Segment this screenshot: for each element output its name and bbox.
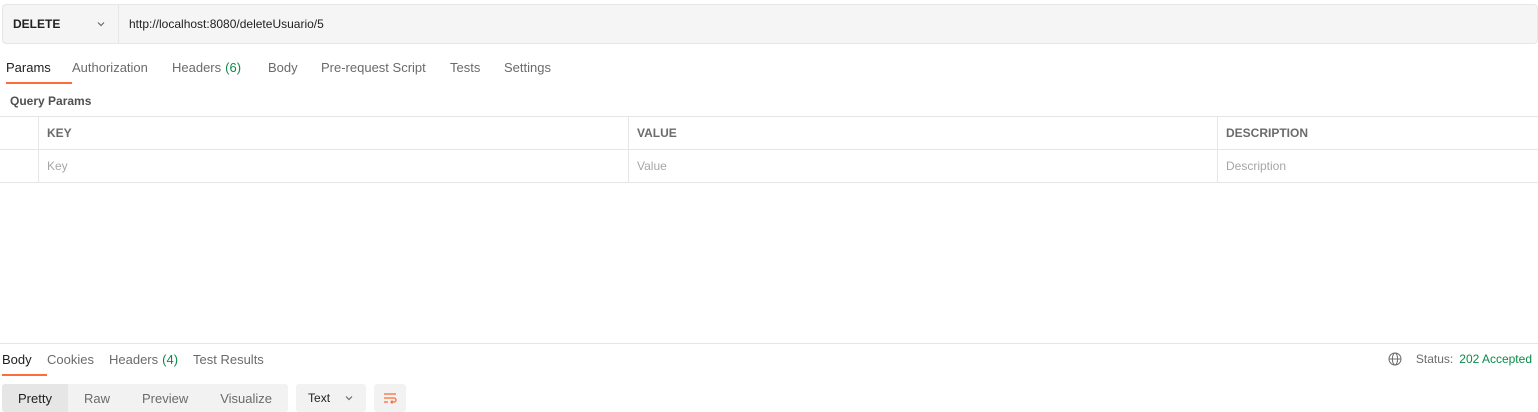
- key-column-header: KEY: [38, 117, 628, 149]
- tab-label: Body: [268, 60, 298, 75]
- description-cell: [1217, 150, 1538, 182]
- checkbox-column-header: [0, 117, 38, 149]
- response-tab-cookies[interactable]: Cookies: [47, 348, 109, 376]
- description-input[interactable]: [1226, 159, 1538, 173]
- tab-tests[interactable]: Tests: [450, 56, 504, 84]
- wrap-lines-icon: [384, 393, 397, 404]
- globe-icon[interactable]: [1388, 352, 1402, 366]
- response-divider[interactable]: [0, 343, 1538, 344]
- tab-label: Headers: [172, 60, 222, 75]
- table-row: [0, 150, 1538, 183]
- url-input[interactable]: [119, 5, 1537, 43]
- tab-label: Cookies: [47, 352, 94, 367]
- status-label: Status:: [1415, 352, 1454, 366]
- request-bar: DELETE: [2, 4, 1538, 44]
- description-column-header: DESCRIPTION: [1217, 117, 1538, 149]
- method-select[interactable]: DELETE: [3, 5, 119, 43]
- tab-label: Authorization: [72, 60, 148, 75]
- chevron-down-icon: [345, 396, 353, 401]
- headers-count: (6): [225, 60, 242, 75]
- format-label: Text: [308, 391, 331, 405]
- row-checkbox-cell: [0, 150, 38, 182]
- response-tabs: Body Cookies Headers (4) Test Results: [2, 348, 273, 376]
- value-input[interactable]: [637, 159, 1217, 173]
- query-params-title: Query Params: [10, 94, 92, 108]
- params-table: KEY VALUE DESCRIPTION: [0, 116, 1538, 183]
- tab-label: Settings: [504, 60, 551, 75]
- response-status: Status: 202 Accepted: [1388, 352, 1532, 366]
- tab-label: Tests: [450, 60, 481, 75]
- key-cell: [38, 150, 628, 182]
- response-tab-test-results[interactable]: Test Results: [193, 348, 273, 376]
- request-tabs: Params Authorization Headers (6) Body Pr…: [6, 56, 564, 84]
- tab-label: Body: [2, 352, 32, 367]
- tab-label: Headers: [109, 352, 159, 367]
- table-header-row: KEY VALUE DESCRIPTION: [0, 117, 1538, 150]
- response-view-toolbar: Pretty Raw Preview Visualize Text: [2, 384, 407, 412]
- tab-label: Test Results: [193, 352, 264, 367]
- key-input[interactable]: [47, 159, 628, 173]
- tab-authorization[interactable]: Authorization: [72, 56, 172, 84]
- tab-settings[interactable]: Settings: [504, 56, 564, 84]
- response-headers-count: (4): [162, 352, 179, 367]
- chevron-down-icon: [97, 22, 105, 27]
- response-tab-body[interactable]: Body: [2, 348, 47, 376]
- method-label: DELETE: [13, 17, 61, 31]
- tab-label: Params: [6, 60, 51, 75]
- response-tab-headers[interactable]: Headers (4): [109, 348, 193, 376]
- tab-body[interactable]: Body: [268, 56, 321, 84]
- tab-pre-request-script[interactable]: Pre-request Script: [321, 56, 450, 84]
- value-cell: [628, 150, 1217, 182]
- tab-label: Pre-request Script: [321, 60, 426, 75]
- tab-headers[interactable]: Headers (6): [172, 56, 268, 84]
- tab-params[interactable]: Params: [6, 56, 72, 84]
- status-value[interactable]: 202 Accepted: [1459, 352, 1532, 366]
- value-column-header: VALUE: [628, 117, 1217, 149]
